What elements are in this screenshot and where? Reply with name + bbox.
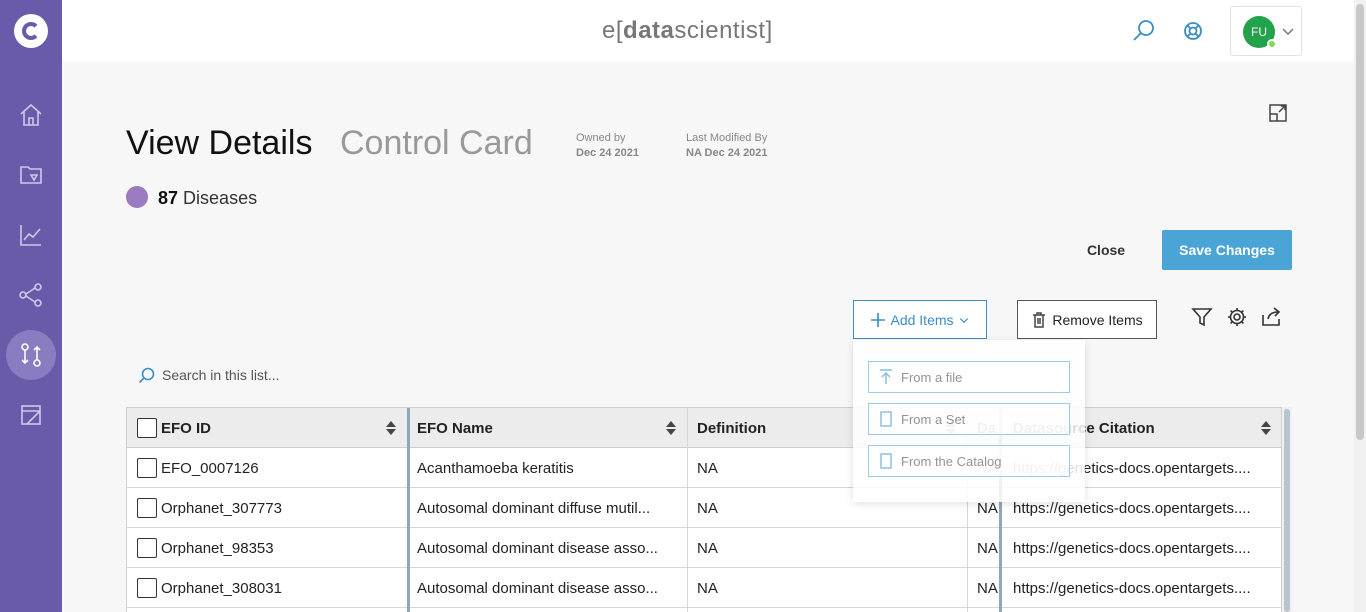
user-menu[interactable]: FU: [1230, 6, 1302, 56]
diseases-color-dot: [126, 186, 148, 208]
workflow-nav-icon[interactable]: [6, 270, 56, 320]
item-count: 87 Diseases: [158, 188, 257, 209]
sort-icon[interactable]: [665, 420, 677, 436]
menu-item-from-set[interactable]: From a Set: [868, 403, 1070, 435]
trash-icon: [1033, 311, 1046, 328]
page-subtitle: Control Card: [340, 124, 533, 162]
last-modified-value: NA Dec 24 2021: [686, 147, 768, 159]
document-icon: [880, 453, 892, 469]
filter-icon[interactable]: [1191, 306, 1215, 330]
cell-datasource: NA: [977, 579, 998, 597]
item-count-value: 87: [158, 188, 179, 208]
brand-e: e: [602, 17, 616, 44]
sort-icon[interactable]: [385, 420, 397, 436]
menu-item-from-file[interactable]: From a file: [868, 361, 1070, 393]
share-export-icon[interactable]: [1260, 306, 1284, 330]
select-all-checkbox[interactable]: [137, 418, 157, 438]
item-count-label: Diseases: [183, 188, 258, 208]
cell-efo-id: EFO_0007126: [161, 459, 259, 477]
brand-bracket-close: ]: [765, 17, 773, 44]
settings-gear-icon[interactable]: [1226, 306, 1250, 330]
chevron-down-icon: [1281, 24, 1295, 38]
add-items-button[interactable]: Add Items: [853, 300, 987, 339]
cell-definition: NA: [697, 539, 718, 557]
menu-item-from-catalog[interactable]: From the Catalog: [868, 445, 1070, 477]
search-icon: [138, 367, 155, 384]
expand-view-icon[interactable]: [1268, 103, 1290, 125]
owned-by-label: Owned by: [576, 132, 626, 144]
chevron-down-icon: [959, 317, 968, 323]
list-search[interactable]: Search in this list...: [138, 366, 280, 384]
cell-efo-name: Autosomal dominant disease asso...: [417, 579, 658, 597]
help-lifebuoy-icon[interactable]: [1180, 18, 1206, 44]
menu-item-label: From a Set: [901, 411, 966, 427]
search-input-placeholder[interactable]: Search in this list...: [162, 367, 280, 383]
cell-efo-id: Orphanet_98353: [161, 539, 274, 557]
brand-scientist: scientist: [674, 17, 766, 44]
search-icon[interactable]: [1131, 18, 1157, 44]
last-modified-meta: Last Modified By NA Dec 24 2021: [686, 131, 768, 161]
last-modified-label: Last Modified By: [686, 132, 768, 144]
page-title: View Details: [126, 124, 313, 162]
table-row[interactable]: Orphanet_307773 Autosomal dominant diffu…: [127, 488, 1281, 528]
cell-efo-name: Acanthamoeba keratitis: [417, 459, 574, 477]
page-scrollbar-thumb[interactable]: [1356, 4, 1364, 440]
add-items-label: Add Items: [890, 311, 954, 328]
folder-nav-icon[interactable]: [6, 150, 56, 200]
add-items-menu: From a file From a Set From the Catalog: [853, 340, 1085, 502]
row-checkbox[interactable]: [137, 498, 157, 518]
cell-definition: NA: [697, 579, 718, 597]
top-bar: e[datascientist] FU: [62, 0, 1354, 62]
column-resize-handle[interactable]: [407, 408, 410, 612]
brand-bracket-open: [: [615, 17, 624, 44]
remove-items-button[interactable]: Remove Items: [1017, 300, 1157, 339]
cell-datasource-citation[interactable]: https://genetics-docs.opentargets....: [1013, 568, 1277, 608]
home-nav-icon[interactable]: [6, 90, 56, 140]
app-logo[interactable]: [14, 14, 48, 48]
remove-items-label: Remove Items: [1052, 311, 1143, 328]
diseases-table: EFO ID EFO Name Definition Da Datasource…: [126, 407, 1282, 612]
row-checkbox[interactable]: [137, 538, 157, 558]
compare-nav-icon[interactable]: [6, 330, 56, 380]
close-button[interactable]: Close: [1062, 230, 1150, 270]
catalog-nav-icon[interactable]: [6, 390, 56, 440]
left-sidebar: [0, 0, 62, 612]
cell-datasource-citation[interactable]: https://genetics-docs.opentargets....: [1013, 528, 1277, 568]
online-status-dot: [1267, 39, 1277, 49]
column-header-efo-id[interactable]: EFO ID: [161, 408, 211, 448]
table-row[interactable]: EFO_0007126 Acanthamoeba keratitis NA NA…: [127, 448, 1281, 488]
table-row[interactable]: Orphanet_308031 Autosomal dominant disea…: [127, 568, 1281, 608]
sort-icon[interactable]: [1260, 420, 1272, 436]
upload-icon: [880, 369, 892, 384]
logo-mark: [22, 22, 40, 40]
menu-item-label: From the Catalog: [901, 453, 1002, 469]
owned-by-meta: Owned by Dec 24 2021: [576, 131, 639, 161]
cell-efo-id: Orphanet_308031: [161, 579, 282, 597]
plus-icon: [871, 312, 886, 327]
table-row[interactable]: Orphanet_98353 Autosomal dominant diseas…: [127, 528, 1281, 568]
save-changes-button[interactable]: Save Changes: [1162, 230, 1292, 270]
column-divider: [687, 408, 688, 612]
cell-datasource: NA: [977, 539, 998, 557]
brand-data: data: [623, 17, 675, 44]
analytics-nav-icon[interactable]: [6, 210, 56, 260]
cell-efo-name: Autosomal dominant disease asso...: [417, 539, 658, 557]
column-header-definition[interactable]: Definition: [697, 408, 766, 448]
document-icon: [880, 411, 892, 427]
brand-wordmark: e[datascientist]: [602, 17, 773, 45]
cell-efo-id: Orphanet_307773: [161, 499, 282, 517]
row-checkbox[interactable]: [137, 578, 157, 598]
column-header-efo-name[interactable]: EFO Name: [417, 408, 493, 448]
table-header: EFO ID EFO Name Definition Da Datasource…: [127, 408, 1281, 448]
table-scrollbar-thumb[interactable]: [1284, 409, 1290, 612]
row-checkbox[interactable]: [137, 458, 157, 478]
owned-by-value: Dec 24 2021: [576, 147, 639, 159]
menu-item-label: From a file: [901, 369, 963, 385]
cell-efo-name: Autosomal dominant diffuse mutil...: [417, 499, 651, 517]
